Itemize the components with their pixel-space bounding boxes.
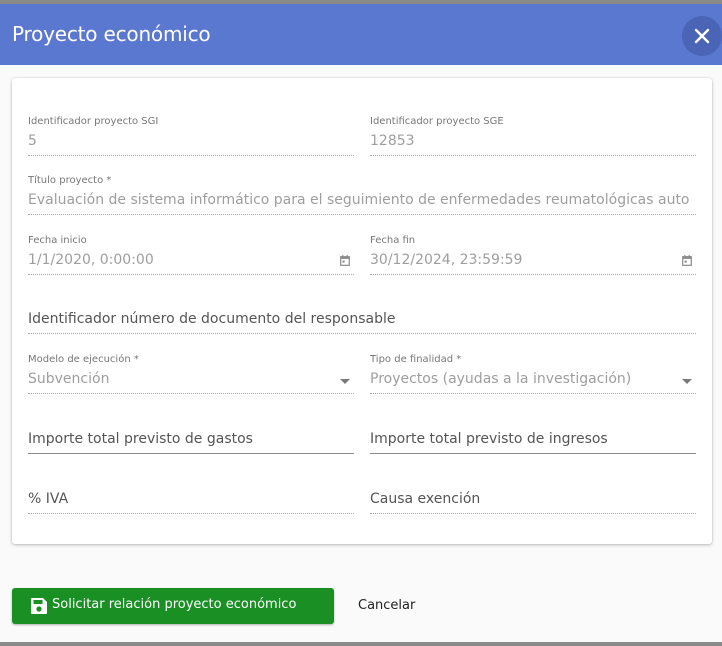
field-underline (370, 155, 696, 156)
importe-ingresos-placeholder: Importe total previsto de ingresos (370, 431, 608, 447)
calendar-icon (682, 255, 692, 266)
iva-placeholder: % IVA (28, 491, 69, 507)
identificador-sgi-label: Identificador proyecto SGI (28, 116, 159, 127)
field-underline (28, 214, 696, 215)
tipo-finalidad-value: Proyectos (ayudas a la investigación) (370, 371, 632, 387)
importe-gastos-input[interactable]: Importe total previsto de gastos (28, 414, 354, 454)
modelo-ejecucion-label: Modelo de ejecución * (28, 354, 139, 365)
field-underline (28, 155, 354, 156)
close-icon (694, 28, 710, 44)
iva-input[interactable]: % IVA (28, 474, 354, 514)
calendar-icon (340, 255, 350, 266)
identificador-sgi-value: 5 (28, 133, 37, 149)
cancel-label: Cancelar (358, 598, 416, 613)
field-underline (370, 453, 696, 454)
titulo-proyecto-value: Evaluación de sistema informático para e… (28, 192, 690, 208)
field-underline (28, 393, 354, 394)
fecha-inicio-label: Fecha inicio (28, 235, 87, 246)
field-underline (370, 513, 696, 514)
dialog-header: Proyecto económico (0, 4, 722, 65)
field-underline (370, 274, 696, 275)
fecha-fin-value: 30/12/2024, 23:59:59 (370, 252, 523, 268)
titulo-proyecto-field: Título proyecto * Evaluación de sistema … (28, 175, 696, 215)
identificador-sgi-field: Identificador proyecto SGI 5 (28, 116, 354, 156)
tipo-finalidad-label: Tipo de finalidad * (370, 354, 462, 365)
field-underline (370, 393, 696, 394)
documento-responsable-placeholder: Identificador número de documento del re… (28, 311, 396, 327)
fecha-fin-field: Fecha fin 30/12/2024, 23:59:59 (370, 235, 696, 275)
causa-exencion-input[interactable]: Causa exención (370, 474, 696, 514)
identificador-sge-label: Identificador proyecto SGE (370, 116, 504, 127)
fecha-inicio-value: 1/1/2020, 0:00:00 (28, 252, 154, 268)
field-underline (28, 453, 354, 454)
proyecto-economico-dialog: Proyecto económico Identificador proyect… (0, 4, 722, 642)
solicitar-relacion-button[interactable]: Solicitar relación proyecto económico (12, 588, 334, 624)
form-card: Identificador proyecto SGI 5 Identificad… (12, 78, 712, 544)
identificador-sge-value: 12853 (370, 133, 415, 149)
save-icon (31, 598, 47, 614)
importe-ingresos-input[interactable]: Importe total previsto de ingresos (370, 414, 696, 454)
documento-responsable-field[interactable]: Identificador número de documento del re… (28, 294, 696, 334)
titulo-proyecto-label: Título proyecto * (28, 175, 112, 186)
dialog-title: Proyecto económico (12, 22, 211, 46)
field-underline (28, 333, 696, 334)
solicitar-relacion-label: Solicitar relación proyecto económico (52, 597, 297, 612)
field-underline (28, 513, 354, 514)
causa-exencion-placeholder: Causa exención (370, 491, 481, 507)
dropdown-arrow-icon (340, 379, 350, 384)
modelo-ejecucion-select[interactable]: Modelo de ejecución * Subvención (28, 354, 354, 394)
cancel-button[interactable]: Cancelar (346, 588, 436, 624)
tipo-finalidad-select[interactable]: Tipo de finalidad * Proyectos (ayudas a … (370, 354, 696, 394)
fecha-fin-label: Fecha fin (370, 235, 416, 246)
fecha-inicio-field: Fecha inicio 1/1/2020, 0:00:00 (28, 235, 354, 275)
importe-gastos-placeholder: Importe total previsto de gastos (28, 431, 253, 447)
field-underline (28, 274, 354, 275)
identificador-sge-field: Identificador proyecto SGE 12853 (370, 116, 696, 156)
dropdown-arrow-icon (682, 379, 692, 384)
modelo-ejecucion-value: Subvención (28, 371, 110, 387)
close-button[interactable] (682, 16, 722, 56)
